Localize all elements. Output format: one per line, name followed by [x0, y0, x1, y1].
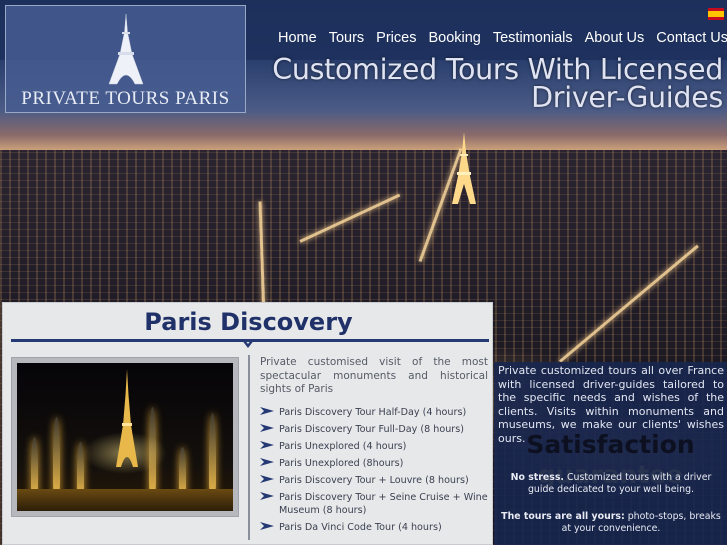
hero-headline: Customized Tours With Licensed Driver-Gu…: [233, 53, 723, 114]
tour-item-da-vinci[interactable]: Paris Da Vinci Code Tour (4 hours): [260, 521, 490, 534]
tour-item-label: Paris Da Vinci Code Tour (4 hours): [279, 522, 442, 533]
tour-item-unexplored-4h[interactable]: Paris Unexplored (4 hours): [260, 440, 490, 453]
nav-tours[interactable]: Tours: [329, 30, 364, 46]
nav-home[interactable]: Home: [278, 30, 317, 46]
tour-item-label: Paris Discovery Tour Full-Day (8 hours): [279, 424, 464, 435]
satisfaction-info-box: Private customized tours all over France…: [494, 362, 727, 545]
nav-contact-us[interactable]: Contact Us: [656, 30, 727, 46]
brand-name: PRIVATE TOURS PARIS: [21, 88, 230, 109]
benefit-title: No stress.: [510, 472, 564, 483]
tour-item-label: Paris Discovery Tour Half-Day (4 hours): [279, 407, 467, 418]
arrow-right-icon: [260, 458, 274, 466]
tour-description: Private customised visit of the most spe…: [260, 356, 488, 395]
benefit-tours-yours: The tours are all yours: photo-stops, br…: [498, 511, 724, 535]
tour-item-unexplored-8h[interactable]: Paris Unexplored (8hours): [260, 457, 490, 470]
benefit-title: The tours are all yours:: [501, 511, 625, 522]
section-title: Paris Discovery: [144, 308, 353, 336]
tour-item-label: Paris Unexplored (4 hours): [279, 441, 407, 452]
fountains-photo-frame: [11, 357, 239, 517]
nav-booking[interactable]: Booking: [428, 30, 480, 46]
headline-line-1: Customized Tours With Licensed: [272, 53, 723, 86]
arrow-right-icon: [260, 475, 274, 483]
tour-item-full-day[interactable]: Paris Discovery Tour Full-Day (8 hours): [260, 423, 490, 436]
tour-item-label: Paris Unexplored (8hours): [279, 458, 404, 469]
paris-discovery-panel: Paris Discovery Private customised visit…: [2, 302, 493, 545]
main-nav: Home Tours Prices Booking Testimonials A…: [270, 30, 727, 46]
heading-line-1: Satisfaction: [526, 430, 695, 459]
tour-item-label: Paris Discovery Tour + Seine Cruise + Wi…: [279, 492, 488, 516]
tour-item-half-day[interactable]: Paris Discovery Tour Half-Day (4 hours): [260, 406, 490, 419]
site-logo[interactable]: PRIVATE TOURS PARIS: [5, 5, 246, 113]
eiffel-fountains-photo: [17, 363, 233, 511]
nav-testimonials[interactable]: Testimonials: [493, 30, 573, 46]
tour-item-seine-wine[interactable]: Paris Discovery Tour + Seine Cruise + Wi…: [260, 491, 490, 517]
arrow-right-icon: [260, 441, 274, 449]
headline-line-2: Driver-Guides: [531, 81, 723, 114]
tour-list: Paris Discovery Tour Half-Day (4 hours) …: [260, 406, 490, 538]
tour-item-label: Paris Discovery Tour + Louvre (8 hours): [279, 475, 469, 486]
arrow-right-icon: [260, 424, 274, 432]
spain-flag-icon[interactable]: [708, 8, 724, 20]
eiffel-tower-photo-icon: [116, 369, 138, 467]
arrow-right-icon: [260, 492, 274, 500]
tour-item-louvre[interactable]: Paris Discovery Tour + Louvre (8 hours): [260, 474, 490, 487]
column-divider: [248, 355, 250, 540]
arrow-right-icon: [260, 407, 274, 415]
nav-prices[interactable]: Prices: [376, 30, 416, 46]
nav-about-us[interactable]: About Us: [585, 30, 645, 46]
arrow-right-icon: [260, 522, 274, 530]
divider-chevron-icon: [241, 339, 255, 348]
benefit-no-stress: No stress. Customized tours with a drive…: [498, 472, 724, 496]
eiffel-tower-icon: [108, 14, 144, 85]
